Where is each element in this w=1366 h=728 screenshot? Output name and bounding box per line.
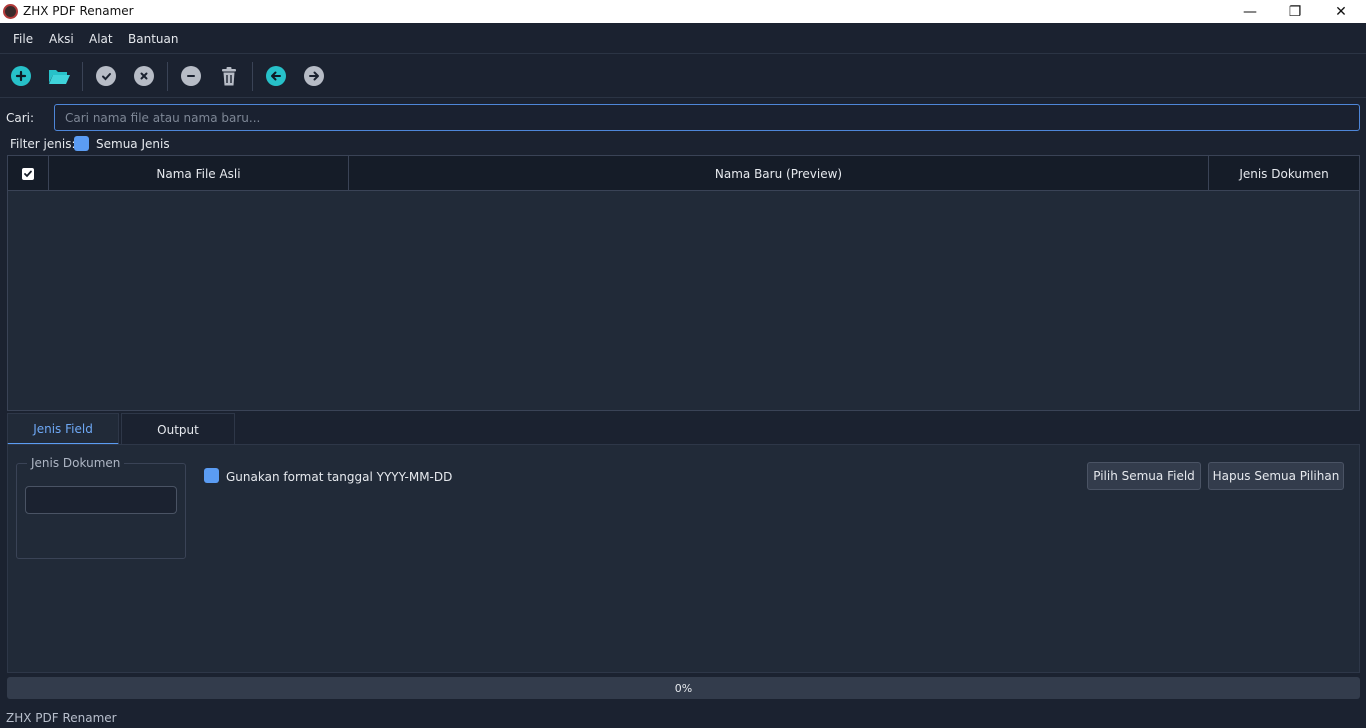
select-all-header[interactable] — [8, 156, 49, 191]
check-icon[interactable] — [96, 66, 116, 86]
folder-open-icon[interactable] — [48, 66, 71, 86]
minimize-button[interactable]: — — [1227, 0, 1273, 23]
arrow-left-icon[interactable] — [266, 66, 286, 86]
progress-text: 0% — [674, 681, 693, 695]
column-header-new-name[interactable]: Nama Baru (Preview) — [349, 156, 1209, 191]
file-table: Nama File Asli Nama Baru (Preview) Jenis… — [7, 155, 1360, 411]
add-icon[interactable] — [11, 66, 31, 86]
menu-bantuan[interactable]: Bantuan — [128, 32, 178, 46]
document-type-group: Jenis Dokumen — [16, 456, 186, 559]
filter-label: Filter jenis: — [10, 137, 76, 151]
status-text: ZHX PDF Renamer — [6, 711, 117, 725]
toolbar-separator — [167, 62, 168, 91]
settings-tabs: Jenis Field Output — [7, 413, 1360, 445]
arrow-right-icon[interactable] — [304, 66, 324, 86]
select-all-fields-button[interactable]: Pilih Semua Field — [1087, 462, 1201, 490]
title-bar: ZHX PDF Renamer — ❐ ✕ — [0, 0, 1366, 23]
close-window-button[interactable]: ✕ — [1318, 0, 1364, 23]
tab-output[interactable]: Output — [121, 413, 235, 445]
table-header: Nama File Asli Nama Baru (Preview) Jenis… — [8, 156, 1359, 191]
menu-file[interactable]: File — [13, 32, 33, 46]
column-header-original-name[interactable]: Nama File Asli — [49, 156, 349, 191]
column-header-document-type[interactable]: Jenis Dokumen — [1209, 156, 1359, 191]
search-label: Cari: — [6, 111, 35, 125]
restore-button[interactable]: ❐ — [1272, 0, 1318, 23]
menu-aksi[interactable]: Aksi — [49, 32, 74, 46]
clear-selection-button[interactable]: Hapus Semua Pilihan — [1208, 462, 1344, 490]
field-panel: Jenis Dokumen Gunakan format tanggal YYY… — [7, 444, 1360, 673]
progress-bar: 0% — [7, 677, 1360, 699]
toolbar-separator — [82, 62, 83, 91]
date-format-checkbox[interactable] — [204, 468, 219, 483]
window-title: ZHX PDF Renamer — [23, 4, 134, 18]
toolbar-separator — [252, 62, 253, 91]
document-type-group-title: Jenis Dokumen — [27, 456, 125, 470]
date-format-label[interactable]: Gunakan format tanggal YYYY-MM-DD — [226, 470, 452, 484]
menu-bar: File Aksi Alat Bantuan — [0, 23, 1366, 53]
trash-icon[interactable] — [219, 66, 239, 86]
toolbar — [0, 53, 1366, 98]
document-type-list[interactable] — [25, 486, 177, 514]
x-icon[interactable] — [134, 66, 154, 86]
filter-all-checkbox[interactable] — [74, 136, 89, 151]
menu-alat[interactable]: Alat — [89, 32, 113, 46]
search-input[interactable] — [54, 104, 1360, 131]
filter-all-label[interactable]: Semua Jenis — [96, 137, 170, 151]
select-all-checkbox[interactable] — [22, 167, 34, 180]
tab-jenis-field[interactable]: Jenis Field — [7, 413, 119, 445]
app-logo-icon — [3, 4, 18, 19]
status-bar: ZHX PDF Renamer — [0, 704, 1366, 728]
minus-icon[interactable] — [181, 66, 201, 86]
